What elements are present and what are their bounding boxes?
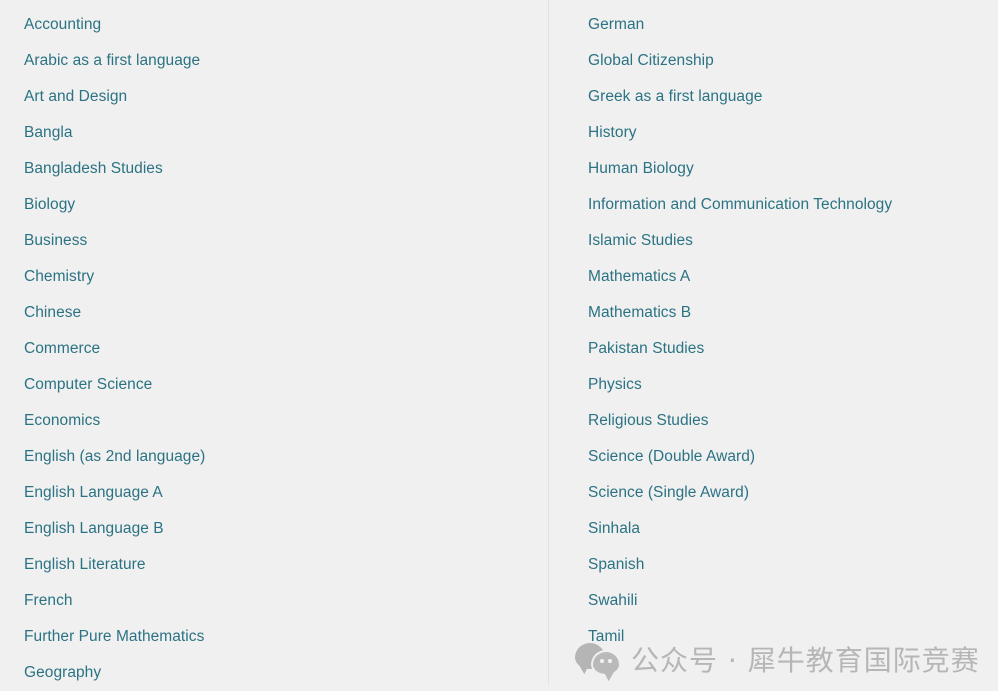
subject-link[interactable]: Art and Design <box>24 79 549 115</box>
subject-link[interactable]: Physics <box>588 367 998 403</box>
subject-link[interactable]: Further Pure Mathematics <box>24 619 549 655</box>
subject-link[interactable]: Geography <box>24 655 549 691</box>
subject-link[interactable]: Information and Communication Technology <box>588 187 998 223</box>
subject-link[interactable]: German <box>588 7 998 43</box>
subject-list-panel: Accounting Arabic as a first language Art … <box>0 0 998 685</box>
subject-link[interactable]: Religious Studies <box>588 403 998 439</box>
subject-column-right: German Global Citizenship Greek as a first… <box>549 0 998 685</box>
subject-link[interactable]: English Language A <box>24 475 549 511</box>
subject-link[interactable]: Global Citizenship <box>588 43 998 79</box>
subject-link[interactable]: Commerce <box>24 331 549 367</box>
subject-link[interactable]: Chemistry <box>24 259 549 295</box>
subject-link[interactable]: Accounting <box>24 7 549 43</box>
subject-link[interactable]: Biology <box>24 187 549 223</box>
subject-link[interactable]: French <box>24 583 549 619</box>
subject-link[interactable]: Chinese <box>24 295 549 331</box>
subject-link[interactable]: Bangla <box>24 115 549 151</box>
subject-link[interactable]: Computer Science <box>24 367 549 403</box>
subject-link[interactable]: History <box>588 115 998 151</box>
subject-link[interactable]: Tamil <box>588 619 998 655</box>
subject-link[interactable]: Islamic Studies <box>588 223 998 259</box>
subject-link[interactable]: Science (Single Award) <box>588 475 998 511</box>
subject-link[interactable]: Bangladesh Studies <box>24 151 549 187</box>
subject-link[interactable]: English Language B <box>24 511 549 547</box>
subject-link[interactable]: Greek as a first language <box>588 79 998 115</box>
subject-link[interactable]: Business <box>24 223 549 259</box>
subject-link[interactable]: English (as 2nd language) <box>24 439 549 475</box>
subject-link[interactable]: Human Biology <box>588 151 998 187</box>
subject-link[interactable]: English Literature <box>24 547 549 583</box>
subject-link[interactable]: Sinhala <box>588 511 998 547</box>
subject-column-left: Accounting Arabic as a first language Art … <box>0 0 549 685</box>
subject-link[interactable]: Swahili <box>588 583 998 619</box>
subject-link[interactable]: Mathematics B <box>588 295 998 331</box>
subject-link[interactable]: Economics <box>24 403 549 439</box>
subject-link[interactable]: Spanish <box>588 547 998 583</box>
subject-link[interactable]: Arabic as a first language <box>24 43 549 79</box>
subject-link[interactable]: Science (Double Award) <box>588 439 998 475</box>
subject-link[interactable]: Pakistan Studies <box>588 331 998 367</box>
subject-link[interactable]: Mathematics A <box>588 259 998 295</box>
